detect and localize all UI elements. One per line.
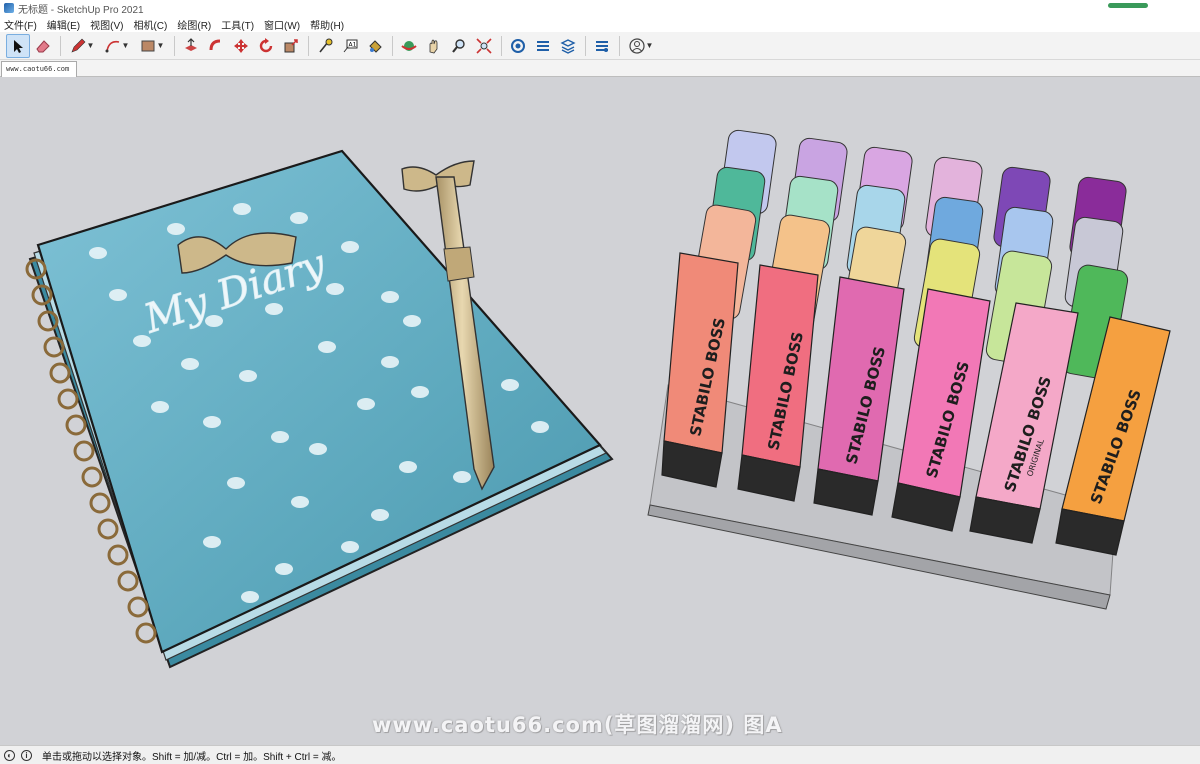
window-title: 无标题 - SketchUp Pro 2021 (18, 4, 144, 16)
warehouse-icon (511, 38, 525, 53)
scene-tab[interactable]: www.caotu66.com (1, 61, 77, 77)
text-icon: A1 (343, 39, 358, 52)
menu-draw[interactable]: 绘图(R) (177, 17, 211, 32)
menu-file[interactable]: 文件(F) (4, 17, 37, 32)
rotate-tool-button[interactable] (254, 34, 278, 58)
title-bar: 无标题 - SketchUp Pro 2021 (0, 0, 1200, 16)
menu-camera[interactable]: 相机(C) (133, 17, 167, 32)
sketchup-window: 无标题 - SketchUp Pro 2021 文件(F) 编辑(E) 视图(V… (0, 0, 1200, 764)
tape-measure-icon (319, 38, 333, 52)
scale-tool-button[interactable] (279, 34, 303, 58)
menu-window[interactable]: 窗口(W) (264, 17, 300, 32)
pan-icon (429, 39, 438, 53)
account-button[interactable]: ▼ (624, 34, 658, 58)
geo-location-icon[interactable]: ◐ (4, 749, 15, 761)
account-icon (628, 37, 645, 54)
move-tool-button[interactable] (229, 34, 253, 58)
extension-manager-button[interactable] (590, 34, 614, 58)
toolbar-separator (619, 35, 620, 56)
toolbar-separator (392, 35, 393, 56)
toolbar-separator (60, 35, 61, 56)
paint-bucket-icon (369, 39, 382, 53)
zoom-tool-button[interactable] (447, 34, 471, 58)
pencil-tool-button[interactable]: ▼ (65, 34, 99, 58)
scene-tab-strip: www.caotu66.com (0, 60, 1200, 77)
move-icon (234, 38, 248, 53)
pan-tool-button[interactable] (422, 34, 446, 58)
zoom-extents-tool-button[interactable] (472, 34, 496, 58)
pencil-icon (70, 38, 85, 53)
arc-icon (105, 40, 119, 52)
info-icon[interactable]: i (21, 749, 32, 761)
select-tool-button[interactable] (6, 33, 30, 58)
orbit-icon (401, 40, 417, 51)
layout-icon (560, 38, 576, 54)
paint-bucket-tool-button[interactable] (363, 34, 387, 58)
follow-me-icon (209, 39, 221, 50)
rectangle-tool-button[interactable]: ▼ (135, 34, 169, 58)
status-text: 单击或拖动以选择对象。Shift = 加/减。Ctrl = 加。Shift + … (42, 751, 342, 763)
chevron-down-icon: ▼ (156, 41, 165, 50)
toolbar-separator (585, 35, 586, 56)
chevron-down-icon: ▼ (645, 41, 654, 50)
zoom-icon (452, 38, 465, 53)
notebook-model[interactable]: My Diary (25, 149, 614, 669)
extension-manager-icon (596, 40, 608, 52)
arc-tool-button[interactable]: ▼ (100, 34, 134, 58)
rectangle-icon (141, 40, 155, 51)
chevron-down-icon: ▼ (121, 41, 130, 50)
svg-text:A1: A1 (349, 41, 357, 48)
menu-tools[interactable]: 工具(T) (221, 17, 254, 32)
status-bar: ◐ i 单击或拖动以选择对象。Shift = 加/减。Ctrl = 加。Shif… (0, 745, 1200, 764)
drawing-viewport[interactable]: My Diary STABILO BOSS STABILO BOSS STABI… (0, 77, 1200, 745)
sketchup-logo-icon (4, 3, 14, 13)
toolbar-separator (501, 35, 502, 56)
rotate-icon (259, 37, 273, 52)
scene-canvas: My Diary STABILO BOSS STABILO BOSS STABI… (25, 129, 1171, 669)
push-pull-tool-button[interactable] (179, 34, 203, 58)
zoom-extents-icon (476, 37, 492, 54)
text-tool-button[interactable]: A1 (338, 34, 362, 58)
layout-button[interactable] (556, 34, 580, 58)
select-icon (14, 39, 23, 53)
menu-help[interactable]: 帮助(H) (310, 17, 344, 32)
eraser-tool-button[interactable] (31, 34, 55, 58)
window-control-button[interactable] (1108, 3, 1148, 8)
orbit-tool-button[interactable] (397, 34, 421, 58)
warehouse-button[interactable] (506, 34, 530, 58)
menu-bar: 文件(F) 编辑(E) 视图(V) 相机(C) 绘图(R) 工具(T) 窗口(W… (0, 16, 1200, 32)
scale-icon (284, 38, 298, 52)
main-toolbar: ▼ ▼ ▼ A1 ▼ (0, 32, 1200, 60)
chevron-down-icon: ▼ (86, 41, 95, 50)
toolbar-separator (174, 35, 175, 56)
toolbar-separator (308, 35, 309, 56)
push-pull-icon (185, 37, 197, 51)
eraser-icon (36, 39, 50, 52)
extension-warehouse-icon (537, 40, 549, 51)
menu-view[interactable]: 视图(V) (90, 17, 123, 32)
extension-warehouse-button[interactable] (531, 34, 555, 58)
menu-edit[interactable]: 编辑(E) (47, 17, 80, 32)
tape-measure-tool-button[interactable] (313, 34, 337, 58)
watermark-text: www.caotu66.com(草图溜溜网) 图A (372, 713, 783, 737)
follow-me-tool-button[interactable] (204, 34, 228, 58)
